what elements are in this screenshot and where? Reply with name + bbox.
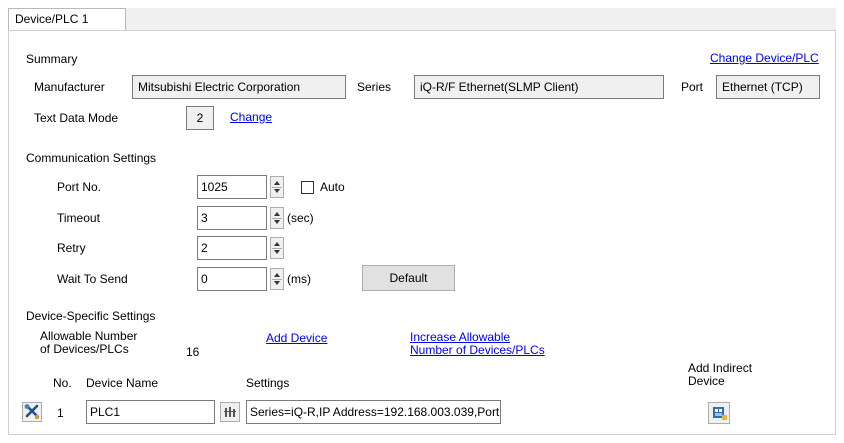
port-no-stepper[interactable] bbox=[270, 176, 284, 198]
timeout-label: Timeout bbox=[57, 211, 100, 225]
allowable-number-value: 16 bbox=[186, 345, 200, 359]
default-button[interactable]: Default bbox=[362, 265, 455, 291]
port-no-label: Port No. bbox=[57, 180, 102, 194]
tab-device-plc-1[interactable]: Device/PLC 1 bbox=[8, 8, 126, 30]
change-device-plc-link[interactable]: Change Device/PLC bbox=[710, 51, 819, 65]
allowable-number-label: Allowable Number of Devices/PLCs bbox=[40, 329, 138, 356]
column-header-no: No. bbox=[53, 376, 72, 390]
column-header-device-name: Device Name bbox=[86, 376, 159, 390]
auto-label: Auto bbox=[320, 180, 345, 194]
retry-input[interactable]: 2 bbox=[197, 236, 267, 260]
manufacturer-value: Mitsubishi Electric Corporation bbox=[132, 75, 346, 99]
manufacturer-label: Manufacturer bbox=[34, 80, 105, 94]
series-value: iQ-R/F Ethernet(SLMP Client) bbox=[414, 75, 664, 99]
timeout-stepper[interactable] bbox=[270, 207, 284, 229]
row-number: 1 bbox=[57, 406, 64, 420]
add-device-link[interactable]: Add Device bbox=[266, 331, 327, 345]
port-value: Ethernet (TCP) bbox=[716, 75, 820, 99]
auto-checkbox[interactable] bbox=[301, 181, 314, 194]
summary-heading: Summary bbox=[26, 52, 78, 66]
tab-strip bbox=[8, 8, 836, 31]
retry-label: Retry bbox=[57, 241, 86, 255]
wait-to-send-stepper[interactable] bbox=[270, 268, 284, 290]
wait-to-send-label: Wait To Send bbox=[57, 272, 128, 286]
settings-value[interactable]: Series=iQ-R,IP Address=192.168.003.039,P… bbox=[246, 400, 501, 424]
add-indirect-device-icon[interactable] bbox=[708, 402, 730, 424]
wait-to-send-unit: (ms) bbox=[287, 272, 311, 286]
retry-stepper[interactable] bbox=[270, 237, 284, 259]
device-specific-heading: Device-Specific Settings bbox=[26, 309, 156, 323]
text-data-mode-label: Text Data Mode bbox=[34, 111, 119, 125]
text-data-mode-value: 2 bbox=[186, 106, 214, 130]
timeout-input[interactable]: 3 bbox=[197, 206, 267, 230]
increase-allowable-link[interactable]: Increase Allowable Number of Devices/PLC… bbox=[410, 331, 545, 357]
port-no-input[interactable]: 1025 bbox=[197, 175, 267, 199]
column-header-settings: Settings bbox=[246, 376, 290, 390]
port-label: Port bbox=[681, 80, 704, 94]
timeout-unit: (sec) bbox=[287, 211, 314, 225]
column-header-add-indirect-device: Add Indirect Device bbox=[688, 361, 753, 388]
settings-grid-icon[interactable] bbox=[220, 402, 240, 422]
wait-to-send-input[interactable]: 0 bbox=[197, 267, 267, 291]
tools-icon[interactable] bbox=[22, 402, 42, 422]
series-label: Series bbox=[357, 80, 392, 94]
device-name-input[interactable]: PLC1 bbox=[86, 400, 215, 424]
change-text-data-mode-link[interactable]: Change bbox=[230, 110, 272, 124]
communication-settings-heading: Communication Settings bbox=[26, 151, 157, 165]
